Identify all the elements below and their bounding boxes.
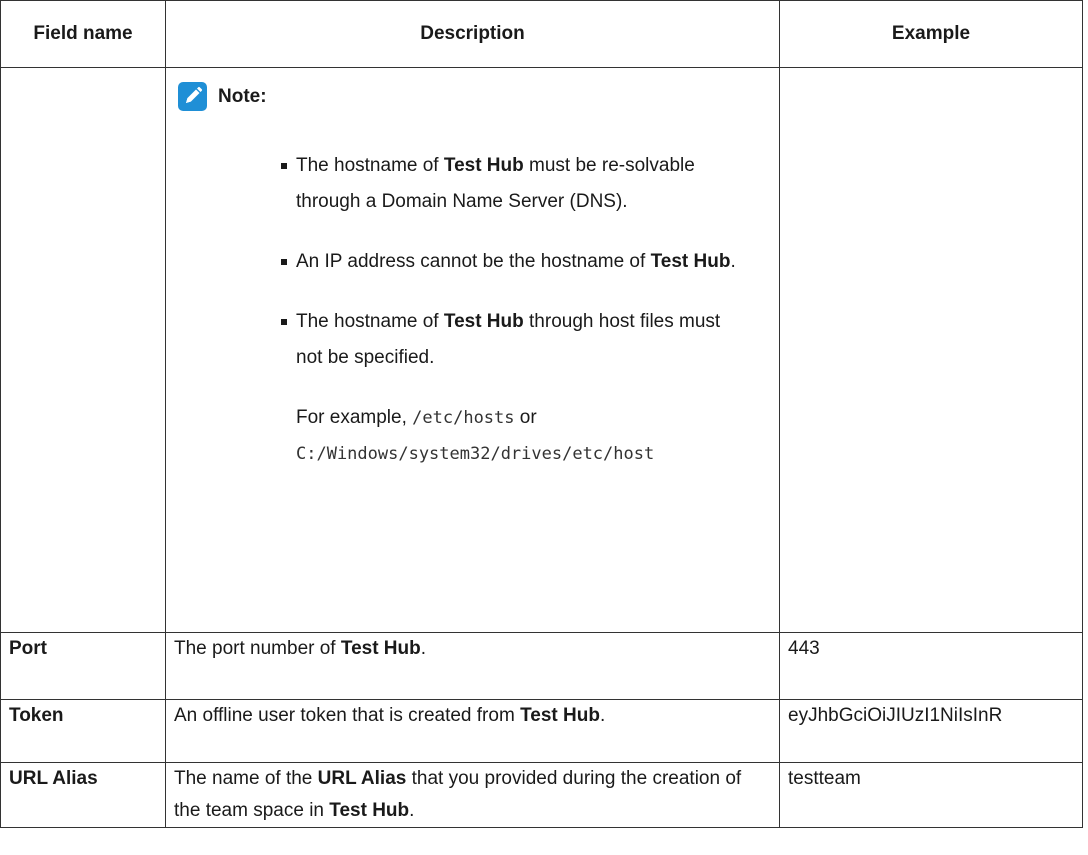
- example-cell: eyJhbGciOiJIUzI1NiIsInR: [779, 699, 1083, 763]
- note-list: The hostname of Test Hub must be re-solv…: [281, 148, 741, 496]
- note-item: An IP address cannot be the hostname of …: [281, 244, 741, 280]
- table-header-row: Field name Description Example: [0, 0, 1083, 68]
- note-item: The hostname of Test Hub must be re-solv…: [281, 148, 741, 220]
- note-field-cell: [0, 67, 166, 633]
- bullet-icon: [281, 319, 287, 325]
- hosts-path-unix: /etc/hosts: [412, 408, 515, 428]
- note-row: Note: The hostname of Test Hub must be r…: [0, 67, 1083, 633]
- note-header: Note:: [178, 82, 267, 111]
- note-example: For example, /etc/hosts or C:/Windows/sy…: [296, 407, 655, 464]
- example-cell: 443: [779, 632, 1083, 700]
- note-description-cell: Note: The hostname of Test Hub must be r…: [165, 67, 780, 633]
- fields-table: Field name Description Example Note: The…: [0, 0, 1083, 828]
- header-field-name: Field name: [0, 0, 166, 68]
- description-cell: The port number of Test Hub.: [165, 632, 780, 700]
- table-row: Token An offline user token that is crea…: [0, 699, 1083, 763]
- description-cell: An offline user token that is created fr…: [165, 699, 780, 763]
- note-item-text: An IP address cannot be the hostname of …: [296, 251, 736, 272]
- note-item-text: The hostname of Test Hub through host fi…: [296, 311, 721, 368]
- field-name-cell: URL Alias: [0, 762, 166, 828]
- pencil-note-icon: [178, 82, 207, 111]
- note-item-text: The hostname of Test Hub must be re-solv…: [296, 155, 695, 212]
- header-description: Description: [165, 0, 780, 68]
- header-example: Example: [779, 0, 1083, 68]
- field-name-cell: Token: [0, 699, 166, 763]
- description-cell: The name of the URL Alias that you provi…: [165, 762, 780, 828]
- table-row: URL Alias The name of the URL Alias that…: [0, 762, 1083, 828]
- note-example-cell: [779, 67, 1083, 633]
- field-name-cell: Port: [0, 632, 166, 700]
- bullet-icon: [281, 163, 287, 169]
- note-item: The hostname of Test Hub through host fi…: [281, 304, 741, 472]
- hosts-path-windows: C:/Windows/system32/drives/etc/host: [296, 444, 655, 464]
- bullet-icon: [281, 259, 287, 265]
- note-label: Note:: [218, 86, 267, 107]
- example-cell: testteam: [779, 762, 1083, 828]
- table-row: Port The port number of Test Hub. 443: [0, 632, 1083, 700]
